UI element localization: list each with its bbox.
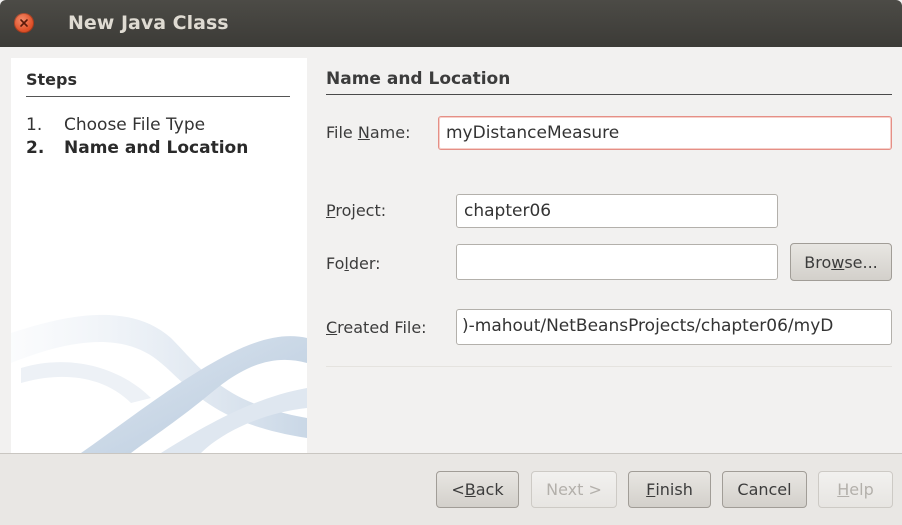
title-bar: New Java Class: [0, 0, 902, 47]
button-text: Next >: [546, 480, 602, 499]
close-icon: [20, 19, 28, 27]
button-bar: < Back Next > Finish Cancel Help: [0, 454, 902, 525]
button-mnemonic: F: [646, 480, 656, 499]
button-mnemonic: w: [831, 252, 845, 272]
steps-divider: [26, 96, 290, 97]
button-text: elp: [849, 480, 874, 499]
section-title: Name and Location: [326, 69, 511, 89]
step-number: 2.: [26, 138, 45, 158]
help-button[interactable]: Help: [818, 471, 893, 508]
content-separator: [326, 366, 892, 367]
button-text: ack: [475, 480, 504, 499]
browse-button[interactable]: Bro w se...: [790, 243, 892, 281]
steps-heading: Steps: [26, 70, 77, 89]
button-text: se...: [844, 252, 878, 272]
step-label: Name and Location: [64, 138, 249, 158]
label-mnemonic: P: [326, 201, 336, 220]
button-text: Bro: [804, 252, 832, 272]
created-file-field[interactable]: )-mahout/NetBeansProjects/chapter06/myD: [456, 309, 892, 345]
folder-label: Folder:: [326, 254, 381, 273]
new-java-class-dialog: New Java Class Steps 1. Choose File Type …: [0, 0, 902, 525]
label-text: ame:: [369, 123, 411, 142]
folder-input[interactable]: [456, 244, 778, 280]
label-text: File: [326, 123, 358, 142]
button-mnemonic: B: [464, 480, 476, 499]
steps-panel: Steps 1. Choose File Type 2. Name and Loca…: [11, 58, 307, 453]
next-button[interactable]: Next >: [531, 471, 617, 508]
finish-button[interactable]: Finish: [628, 471, 711, 508]
step-choose-file-type: 1. Choose File Type: [26, 115, 205, 135]
cancel-button[interactable]: Cancel: [722, 471, 807, 508]
file-name-label: File Name:: [326, 123, 410, 142]
close-window-button[interactable]: [14, 13, 34, 33]
window-title: New Java Class: [68, 12, 229, 34]
step-number: 1.: [26, 115, 43, 135]
label-mnemonic: C: [326, 318, 338, 337]
label-text: reated File:: [337, 318, 427, 337]
back-button[interactable]: < Back: [436, 471, 519, 508]
created-file-label: Created File:: [326, 318, 427, 337]
project-field[interactable]: chapter06: [456, 194, 778, 228]
file-name-input[interactable]: myDistanceMeasure: [438, 116, 892, 150]
button-text: inish: [655, 480, 693, 499]
label-text: der:: [348, 254, 381, 273]
button-text: Cancel: [737, 480, 792, 499]
label-mnemonic: N: [357, 123, 370, 142]
step-name-and-location: 2. Name and Location: [26, 138, 248, 158]
label-text: Fo: [326, 254, 345, 273]
label-text: roject:: [335, 201, 387, 220]
project-label: Project:: [326, 201, 386, 220]
decorative-swoosh: [11, 314, 307, 453]
button-text: <: [451, 480, 465, 499]
button-mnemonic: H: [837, 480, 850, 499]
step-label: Choose File Type: [64, 115, 206, 135]
section-divider: [326, 94, 892, 95]
